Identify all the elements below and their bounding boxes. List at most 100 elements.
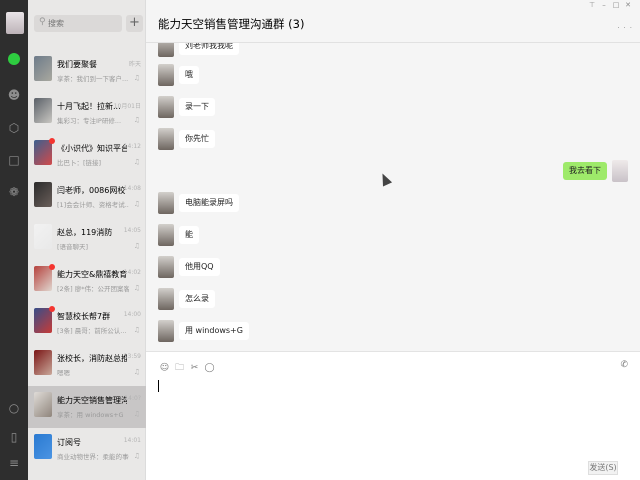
received-message: 刘老师我我呢 xyxy=(158,43,358,57)
send-button[interactable]: 发送(S) xyxy=(588,461,618,475)
mute-icon: ♫ xyxy=(133,284,140,292)
composer: ☺ 🗀 ✂ ◯ ✆ 发送(S) xyxy=(146,351,640,480)
received-message: 录一下 xyxy=(158,96,358,118)
conversation-name: 我们要聚餐 xyxy=(57,60,97,69)
list-item[interactable]: 订阅号商业动物世界：柔能的事情... 14:01 ♫ xyxy=(28,428,146,470)
emoji-icon[interactable]: ☺ xyxy=(157,363,172,373)
conversation-time: 10月01日 xyxy=(113,103,141,110)
phone-icon[interactable]: ▯ xyxy=(7,430,21,444)
list-item[interactable]: 赵总，119消防 [语音聊天] 14:05 ♫ xyxy=(28,218,146,260)
list-item[interactable]: 能力天空销售管理沟... 享茶：用 windows+G 14:0? ♫ xyxy=(28,386,146,428)
pin-icon[interactable]: ⊤ xyxy=(588,1,600,9)
chat-window: 能力天空销售管理沟通群 (3) ⊤ – □ ✕ ··· 刘老师我我呢哦录一下你先忙我去… xyxy=(146,0,640,480)
message-bubble[interactable]: 电脑能录屏吗 xyxy=(179,194,239,212)
message-bubble[interactable]: 刘老师我我呢 xyxy=(179,43,239,55)
chat-history-icon[interactable]: ◯ xyxy=(202,363,217,373)
conversation-preview: 商业动物世界：柔能的事情... xyxy=(57,453,129,461)
sender-avatar[interactable] xyxy=(158,96,174,118)
search-box[interactable]: ⚲ xyxy=(34,15,122,32)
conversation-list: 我们要聚餐 享茶：我们到一下客户... 昨天 ♫ 十月飞起！拉新... 集彩习：专注IP研… xyxy=(28,50,146,470)
minimize-icon[interactable]: – xyxy=(600,1,612,9)
mute-icon: ♫ xyxy=(133,158,140,166)
conversation-time: 14:12 xyxy=(123,143,141,150)
close-icon[interactable]: ✕ xyxy=(624,1,636,9)
sender-avatar[interactable] xyxy=(158,320,174,342)
list-item[interactable]: 张校长，消防赵总推荐嗯嗯 13:59 ♫ xyxy=(28,344,146,386)
conversation-name: 能力天空销售管理沟... xyxy=(57,396,127,405)
moments-icon[interactable]: ❁ xyxy=(7,185,21,199)
conversation-preview: 集彩习：专注IP研修... xyxy=(57,117,122,125)
conversation-avatar xyxy=(34,98,52,123)
list-item[interactable]: 能力天空&鼎禧教育... [2条] 廖*伟：公开团案客户... 14:02 ♫ xyxy=(28,260,146,302)
mute-icon: ♫ xyxy=(133,326,140,334)
mute-icon: ♫ xyxy=(133,368,140,376)
chat-icon[interactable] xyxy=(8,53,20,65)
list-item[interactable]: 十月飞起！拉新... 集彩习：专注IP研修... 10月01日 ♫ xyxy=(28,92,146,134)
conversation-time: 14:02 xyxy=(123,269,141,276)
files-icon[interactable]: □ xyxy=(7,153,21,167)
conversation-preview: [1]会会计师、资格考试... xyxy=(57,201,129,209)
received-message: 你先忙 xyxy=(158,128,358,150)
conversation-time: 14:00 xyxy=(123,311,141,318)
conversation-preview: [2条] 廖*伟：公开团案客户... xyxy=(57,285,129,293)
message-bubble[interactable]: 录一下 xyxy=(179,98,215,116)
user-avatar[interactable] xyxy=(6,12,24,34)
conversation-preview: [3条] 晨哥：前所公认... xyxy=(57,327,127,335)
conversation-avatar xyxy=(34,392,52,417)
message-bubble[interactable]: 怎么录 xyxy=(179,290,215,308)
message-bubble[interactable]: 他用QQ xyxy=(179,258,220,276)
sender-avatar[interactable] xyxy=(158,128,174,150)
composer-toolbar: ☺ 🗀 ✂ ◯ xyxy=(157,360,217,376)
contacts-icon[interactable]: ☻ xyxy=(7,88,21,102)
conversation-name: 张校长，消防赵总推荐 xyxy=(57,354,127,363)
message-bubble[interactable]: 用 windows+G xyxy=(179,322,249,340)
message-bubble[interactable]: 我去看下 xyxy=(563,162,607,180)
received-message: 他用QQ xyxy=(158,256,358,278)
sender-avatar[interactable] xyxy=(158,43,174,57)
conversation-avatar xyxy=(34,56,52,81)
conversation-preview: [语音聊天] xyxy=(57,243,89,251)
conversation-preview: 嗯嗯 xyxy=(57,369,70,377)
sender-avatar[interactable] xyxy=(158,64,174,86)
conversation-avatar xyxy=(34,182,52,207)
sender-avatar[interactable] xyxy=(158,224,174,246)
message-bubble[interactable]: 哦 xyxy=(179,66,199,84)
conversation-time: 14:01 xyxy=(123,437,141,444)
maximize-icon[interactable]: □ xyxy=(612,1,624,9)
sender-avatar[interactable] xyxy=(158,192,174,214)
sender-avatar[interactable] xyxy=(612,160,628,182)
message-area[interactable]: 刘老师我我呢哦录一下你先忙我去看下电脑能录屏吗能他用QQ 怎么录用 windows… xyxy=(146,43,640,351)
conversation-preview: 享茶：用 windows+G xyxy=(57,411,124,419)
conversation-time: 昨天 xyxy=(128,61,141,68)
list-item[interactable]: 智慧校长帮7群 [3条] 晨哥：前所公认... 14:00 ♫ xyxy=(28,302,146,344)
list-item[interactable]: 《小识代》知识平台... 比巴卜：[链接] 14:12 ♫ xyxy=(28,134,146,176)
received-message: 哦 xyxy=(158,64,358,86)
received-message: 能 xyxy=(158,224,358,246)
scissors-icon[interactable]: ✂ xyxy=(187,363,202,373)
search-input[interactable] xyxy=(48,15,118,32)
mini-program-icon[interactable]: ○ xyxy=(7,401,21,415)
message-bubble[interactable]: 你先忙 xyxy=(179,130,215,148)
list-item[interactable]: 闫老师，0086网校 [1]会会计师、资格考试... 14:08 ♫ xyxy=(28,176,146,218)
message-input[interactable] xyxy=(156,378,626,458)
add-chat-button[interactable]: + xyxy=(126,15,143,32)
favorites-icon[interactable]: ⬡ xyxy=(7,121,21,135)
conversation-time: 14:05 xyxy=(123,227,141,234)
conversation-avatar xyxy=(34,224,52,249)
sender-avatar[interactable] xyxy=(158,288,174,310)
menu-icon[interactable]: ≡ xyxy=(7,456,21,470)
conversation-name: 订阅号 xyxy=(57,438,81,447)
chat-more-icon[interactable]: ··· xyxy=(617,24,636,32)
chat-title: 能力天空销售管理沟通群 (3) xyxy=(158,17,305,31)
nav-rail: ☻ ⬡ □ ❁ ○ ▯ ≡ xyxy=(0,0,28,480)
mute-icon: ♫ xyxy=(133,410,140,418)
mute-icon: ♫ xyxy=(133,116,140,124)
call-icon[interactable]: ✆ xyxy=(620,360,628,370)
conversation-name: 闫老师，0086网校 xyxy=(57,186,126,195)
message-bubble[interactable]: 能 xyxy=(179,226,199,244)
folder-icon[interactable]: 🗀 xyxy=(172,360,187,376)
sender-avatar[interactable] xyxy=(158,256,174,278)
list-item[interactable]: 我们要聚餐 享茶：我们到一下客户... 昨天 ♫ xyxy=(28,50,146,92)
conversation-avatar xyxy=(34,350,52,375)
conversation-preview: 享茶：我们到一下客户... xyxy=(57,75,129,83)
